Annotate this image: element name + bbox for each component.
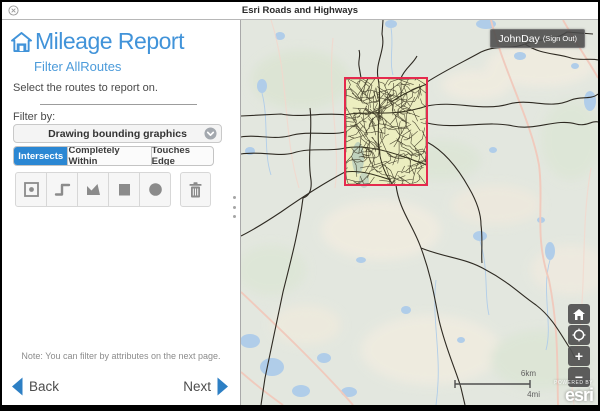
tab-touches-edge[interactable]: Touches Edge — [152, 147, 213, 165]
scale-bar: 6km 4mi — [454, 371, 546, 397]
esri-brand-text: esri — [554, 386, 593, 404]
powered-by-label: POWERED BY — [554, 381, 593, 386]
clear-graphics-button[interactable] — [180, 172, 211, 207]
tab-completely-within[interactable]: Completely Within — [68, 147, 151, 165]
zoom-in-button[interactable]: + — [568, 346, 590, 366]
back-arrow-icon — [11, 377, 23, 396]
window-title: Esri Roads and Highways — [242, 5, 358, 16]
basemap-graphics — [241, 20, 598, 405]
rectangle-tool-button[interactable] — [108, 172, 140, 207]
note-text: Note: You can filter by attributes on th… — [2, 351, 240, 361]
app-window: Mileage Report Filter AllRoutes Select t… — [2, 20, 598, 405]
home-extent-button[interactable] — [568, 304, 590, 324]
page-subtitle: Filter AllRoutes — [34, 59, 121, 74]
polygon-icon — [85, 181, 102, 198]
next-label: Next — [183, 379, 211, 394]
window-titlebar: Esri Roads and Highways — [2, 2, 598, 20]
user-button[interactable]: JohnDay (Sign Out) — [490, 29, 585, 48]
back-button[interactable]: Back — [11, 377, 59, 396]
user-name: JohnDay — [498, 33, 539, 45]
polygon-tool-button[interactable] — [77, 172, 109, 207]
map-canvas[interactable]: JohnDay (Sign Out) + − 6km 4 — [241, 20, 598, 405]
page-title: Mileage Report — [35, 28, 184, 55]
dropdown-selected-value: Drawing bounding graphics — [48, 128, 187, 140]
rectangle-icon — [116, 181, 133, 198]
trash-icon — [187, 181, 204, 199]
separator-line — [40, 104, 197, 105]
back-label: Back — [29, 379, 59, 394]
home-icon — [11, 32, 32, 52]
home-extent-icon — [573, 309, 585, 320]
tab-intersects[interactable]: Intersects — [14, 147, 68, 165]
wizard-footer: Back Next — [2, 377, 240, 403]
next-arrow-icon — [217, 377, 229, 396]
panel-header: Mileage Report — [11, 28, 184, 55]
locate-icon — [572, 328, 586, 342]
locate-button[interactable] — [568, 325, 590, 345]
sign-out-link[interactable]: (Sign Out) — [543, 34, 577, 43]
instruction-text: Select the routes to report on. — [13, 82, 158, 94]
mileage-report-panel: Mileage Report Filter AllRoutes Select t… — [2, 20, 241, 405]
chevron-down-icon — [204, 127, 217, 140]
panel-resize-handle[interactable] — [231, 196, 237, 218]
scale-mi-label: 4mi — [527, 390, 540, 399]
filter-by-label: Filter by: — [13, 111, 55, 123]
polyline-icon — [54, 181, 71, 198]
next-button[interactable]: Next — [183, 377, 229, 396]
close-icon[interactable] — [8, 5, 19, 16]
circle-tool-button[interactable] — [139, 172, 171, 207]
spatial-relation-tabs: Intersects Completely Within Touches Edg… — [13, 146, 214, 166]
extent-point-tool-button[interactable] — [15, 172, 47, 207]
circle-icon — [147, 181, 164, 198]
esri-logo: POWERED BY esri — [554, 381, 593, 404]
scale-km-label: 6km — [521, 369, 536, 378]
draw-toolbar — [15, 172, 211, 207]
map-controls: + − — [568, 304, 590, 388]
filter-method-dropdown[interactable]: Drawing bounding graphics — [13, 124, 222, 143]
extent-point-icon — [23, 181, 40, 198]
polyline-tool-button[interactable] — [46, 172, 78, 207]
